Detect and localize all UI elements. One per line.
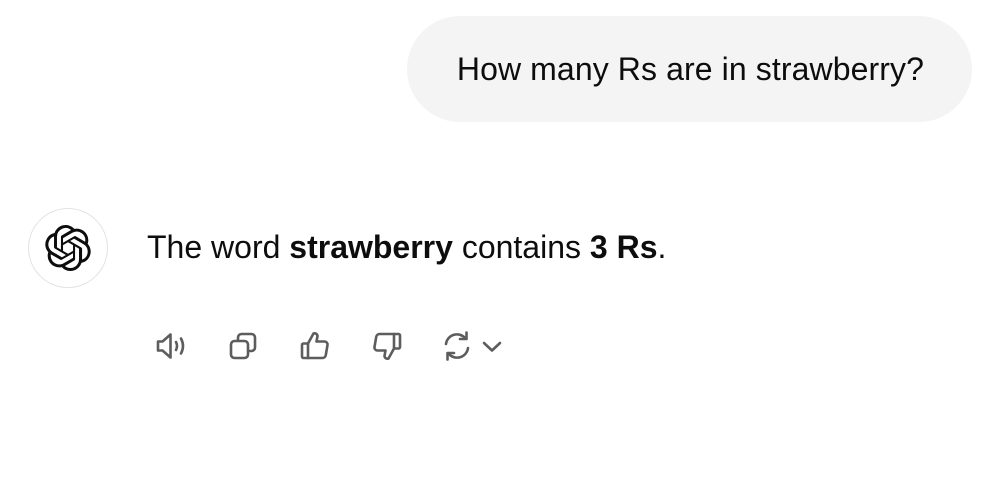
regenerate-icon-wrap [435,322,479,370]
read-aloud-icon [156,333,185,359]
assistant-message-middle: contains [452,229,590,265]
assistant-message-suffix: . [657,229,667,265]
message-action-bar [147,322,505,370]
assistant-avatar [28,208,108,288]
assistant-message: The word strawberry contains 3 Rs. [147,225,666,269]
copy-button[interactable] [219,322,267,370]
model-switch-chevron [479,322,505,370]
openai-logo-icon [45,225,91,271]
user-message-bubble: How many Rs are in strawberry? [406,16,972,122]
assistant-message-answer: 3 Rs [589,229,658,265]
copy-icon [229,332,257,360]
chevron-down-icon [482,341,502,352]
assistant-message-word: strawberry [289,229,453,265]
good-response-button[interactable] [291,322,339,370]
assistant-message-prefix: The word [147,229,290,265]
read-aloud-button[interactable] [147,322,195,370]
thumbs-down-icon [373,332,402,360]
user-message-text: How many Rs are in strawberry? [456,50,924,87]
regenerate-icon [444,331,470,361]
regenerate-button[interactable] [435,322,505,370]
chat-page: How many Rs are in strawberry? The word … [0,0,1000,478]
thumbs-up-icon [300,332,329,360]
bad-response-button[interactable] [363,322,411,370]
